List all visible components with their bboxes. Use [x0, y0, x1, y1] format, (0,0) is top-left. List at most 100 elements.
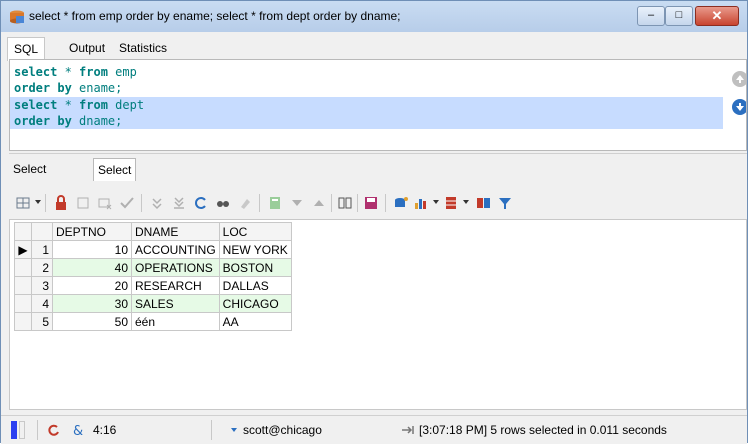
column-header-deptno[interactable]: DEPTNO: [52, 222, 132, 241]
tab-statistics[interactable]: Statistics: [113, 37, 173, 59]
cell-dname[interactable]: RESEARCH: [131, 276, 220, 295]
filter-icon[interactable]: [497, 195, 513, 211]
cell-dname[interactable]: ACCOUNTING: [131, 240, 220, 259]
tab-select-emp[interactable]: Select emp: [9, 158, 50, 198]
table-row[interactable]: 4 30 SALES CHICAGO: [14, 294, 292, 313]
cell-deptno[interactable]: 10: [52, 240, 132, 259]
refresh-icon[interactable]: [47, 423, 61, 437]
compare-icon[interactable]: [475, 195, 491, 211]
result-grid[interactable]: DEPTNO DNAME LOC ▶ 1 10 ACCOUNTING NEW Y…: [9, 219, 747, 410]
row-number: 5: [31, 312, 53, 331]
select-records-icon[interactable]: [15, 195, 31, 211]
chevron-down-icon[interactable]: [231, 428, 237, 432]
cell-dname[interactable]: één: [131, 312, 220, 331]
status-bar: & 4:16 scott@chicago [3:07:18 PM] 5 rows…: [1, 415, 747, 444]
query-by-example-icon[interactable]: [267, 195, 283, 211]
sql-line-4: order by dname;: [14, 114, 123, 128]
status-divider: [211, 420, 212, 440]
current-row-icon: ▶: [14, 240, 32, 259]
toolbar-divider: [45, 194, 46, 212]
progress-indicator: [11, 421, 17, 439]
cell-loc[interactable]: BOSTON: [218, 258, 292, 277]
lock-icon[interactable]: [53, 195, 69, 211]
header-row: DEPTNO DNAME LOC: [14, 222, 292, 241]
toolbar-divider: [259, 194, 260, 212]
cell-loc[interactable]: CHICAGO: [218, 294, 292, 313]
bookmark-icon[interactable]: &: [71, 423, 85, 437]
row-indicator: [14, 276, 32, 295]
row-number: 1: [31, 240, 53, 259]
svg-text:&: &: [73, 424, 83, 437]
sql-line-2: order by ename;: [14, 81, 123, 95]
tab-output[interactable]: Output: [63, 37, 111, 59]
cursor-position: 4:16: [93, 423, 117, 437]
status-message: [3:07:18 PM] 5 rows selected in 0.011 se…: [419, 423, 667, 437]
cell-loc[interactable]: DALLAS: [218, 276, 292, 295]
sql-editor[interactable]: select * from emp order by ename; select…: [9, 59, 747, 151]
splitter[interactable]: [9, 153, 747, 154]
progress-indicator-empty: [19, 421, 25, 439]
window-title: select * from emp order by ename; select…: [29, 9, 401, 23]
grid-toolbar: [9, 187, 747, 219]
minimize-button[interactable]: –: [637, 6, 665, 26]
cell-deptno[interactable]: 20: [52, 276, 132, 295]
tab-sql[interactable]: SQL: [7, 37, 46, 61]
chart-icon[interactable]: [413, 195, 429, 211]
connection-label[interactable]: scott@chicago: [243, 423, 322, 437]
sql-line-1: select * from emp: [14, 65, 137, 79]
data-table: DEPTNO DNAME LOC ▶ 1 10 ACCOUNTING NEW Y…: [14, 222, 292, 331]
clear-icon[interactable]: [237, 195, 253, 211]
cell-loc[interactable]: NEW YORK: [218, 240, 292, 259]
close-icon: ✕: [711, 8, 723, 23]
tab-select-dept[interactable]: Select dept: [93, 158, 137, 199]
title-bar[interactable]: select * from emp order by ename; select…: [1, 1, 747, 32]
sql-line-3: select * from dept: [14, 98, 145, 112]
cell-loc[interactable]: AA: [218, 312, 292, 331]
cell-deptno[interactable]: 30: [52, 294, 132, 313]
refresh-icon[interactable]: [193, 195, 209, 211]
grid-layout-icon[interactable]: [443, 195, 459, 211]
table-row[interactable]: 3 20 RESEARCH DALLAS: [14, 276, 292, 295]
chevron-down-icon[interactable]: [433, 200, 439, 204]
app-icon: [10, 10, 24, 24]
cell-deptno[interactable]: 40: [52, 258, 132, 277]
delete-record-icon[interactable]: [97, 195, 113, 211]
post-changes-icon[interactable]: [119, 195, 135, 211]
row-indicator: [14, 294, 32, 313]
editor-tabs: SQL Output Statistics: [1, 37, 747, 61]
fetch-next-icon[interactable]: [149, 195, 165, 211]
row-indicator: [14, 312, 32, 331]
toolbar-divider: [357, 194, 358, 212]
filter-up-icon[interactable]: [311, 195, 327, 211]
cell-deptno[interactable]: 50: [52, 312, 132, 331]
column-header-loc[interactable]: LOC: [218, 222, 292, 241]
chevron-down-icon[interactable]: [463, 200, 469, 204]
table-row[interactable]: 5 50 één AA: [14, 312, 292, 331]
maximize-icon: □: [675, 9, 683, 21]
status-divider: [37, 420, 38, 440]
cell-dname[interactable]: SALES: [131, 294, 220, 313]
row-number-header: [31, 222, 53, 241]
table-row[interactable]: ▶ 1 10 ACCOUNTING NEW YORK: [14, 240, 292, 259]
row-number: 3: [31, 276, 53, 295]
cell-dname[interactable]: OPERATIONS: [131, 258, 220, 277]
save-icon[interactable]: [363, 195, 379, 211]
single-record-view-icon[interactable]: [337, 195, 353, 211]
timer-icon: [402, 426, 414, 434]
previous-statement-icon[interactable]: [732, 71, 746, 87]
row-number: 2: [31, 258, 53, 277]
export-icon[interactable]: [393, 195, 409, 211]
maximize-button[interactable]: □: [665, 6, 693, 26]
find-icon[interactable]: [215, 195, 231, 211]
row-number: 4: [31, 294, 53, 313]
insert-record-icon[interactable]: [75, 195, 91, 211]
filter-down-icon[interactable]: [289, 195, 305, 211]
next-statement-icon[interactable]: [732, 99, 746, 115]
table-row[interactable]: 2 40 OPERATIONS BOSTON: [14, 258, 292, 277]
fetch-last-icon[interactable]: [171, 195, 187, 211]
close-button[interactable]: ✕: [695, 6, 739, 26]
column-header-dname[interactable]: DNAME: [131, 222, 220, 241]
chevron-down-icon[interactable]: [35, 200, 41, 204]
row-indicator: [14, 258, 32, 277]
app-window: select * from emp order by ename; select…: [0, 0, 748, 444]
